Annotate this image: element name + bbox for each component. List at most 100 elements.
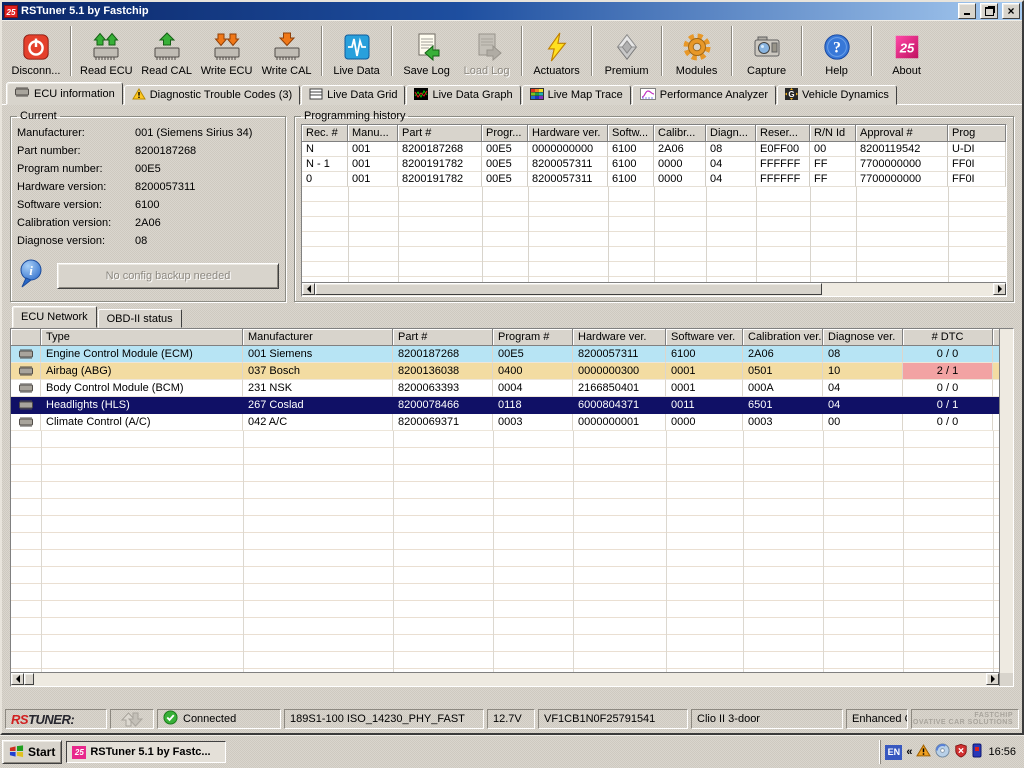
window-title: RSTuner 5.1 by Fastchip bbox=[21, 5, 954, 17]
tray-chevron[interactable]: « bbox=[906, 746, 912, 758]
rstuner-logo: RSTUNER: bbox=[5, 709, 107, 729]
scrollbar-track[interactable] bbox=[34, 673, 986, 686]
field-label: Hardware version: bbox=[17, 181, 135, 193]
read-ecu-button[interactable]: Read ECU bbox=[76, 24, 137, 78]
column-header[interactable]: Diagn... bbox=[706, 125, 756, 142]
column-header[interactable]: Softw... bbox=[608, 125, 654, 142]
column-header[interactable]: Program # bbox=[493, 329, 573, 346]
config-backup-button[interactable]: No config backup needed bbox=[57, 263, 279, 289]
mode-status: Enhanced O bbox=[846, 709, 908, 729]
write-cal-button[interactable]: Write CAL bbox=[257, 24, 317, 78]
dtc-count: 0 / 0 bbox=[903, 346, 993, 363]
tab-vehicle-dynamics[interactable]: G Vehicle Dynamics bbox=[777, 85, 897, 105]
load-log-button[interactable]: Load Log bbox=[457, 24, 517, 78]
scroll-left-button[interactable] bbox=[302, 283, 315, 295]
network-tabbar: ECU Network OBD-II status bbox=[10, 308, 1014, 328]
svg-text:?: ? bbox=[833, 40, 841, 57]
rstuner-task-icon: 25 bbox=[72, 746, 86, 759]
toolbar-separator bbox=[521, 26, 523, 76]
actuators-button[interactable]: Actuators bbox=[527, 24, 587, 78]
help-button[interactable]: ? Help bbox=[807, 24, 867, 78]
ecu-row-airbag[interactable]: Airbag (ABG)037 Bosch8200136038040000000… bbox=[11, 363, 999, 380]
save-log-button[interactable]: Save Log bbox=[397, 24, 457, 78]
field-value: 08 bbox=[135, 235, 147, 247]
scroll-right-button[interactable] bbox=[993, 283, 1006, 295]
network-vertical-scrollbar[interactable] bbox=[999, 329, 1013, 686]
column-header[interactable]: Progr... bbox=[482, 125, 528, 142]
premium-button[interactable]: Premium bbox=[597, 24, 657, 78]
scrollbar-thumb[interactable] bbox=[24, 673, 34, 685]
field-label: Manufacturer: bbox=[17, 127, 135, 139]
scroll-left-button[interactable] bbox=[11, 673, 24, 685]
column-header[interactable]: Diagnose ver. bbox=[823, 329, 903, 346]
tab-live-data-grid[interactable]: Live Data Grid bbox=[301, 85, 405, 105]
column-header[interactable]: Part # bbox=[393, 329, 493, 346]
column-header[interactable]: Part # bbox=[398, 125, 482, 142]
restore-button[interactable] bbox=[980, 3, 998, 19]
scroll-right-button[interactable] bbox=[986, 673, 999, 685]
tab-ecu-network[interactable]: ECU Network bbox=[12, 306, 97, 328]
dtc-count-alert: 2 / 1 bbox=[903, 363, 993, 380]
tab-obd2-status[interactable]: OBD-II status bbox=[98, 309, 182, 328]
field-value: 8200057311 bbox=[135, 181, 195, 193]
history-row[interactable]: N001820018726800E5000000000061002A0608E0… bbox=[302, 142, 1006, 157]
ecu-row-headlights-selected[interactable]: Headlights (HLS)267 Coslad82000784660118… bbox=[11, 397, 999, 414]
field-value: 00E5 bbox=[135, 163, 161, 175]
tab-diagnostic-trouble-codes[interactable]: Diagnostic Trouble Codes (3) bbox=[124, 85, 300, 105]
ecu-network-empty-rows bbox=[11, 431, 999, 672]
column-header[interactable]: Software ver. bbox=[666, 329, 743, 346]
disconnect-button[interactable]: Disconn... bbox=[6, 24, 66, 78]
write-ecu-button[interactable]: Write ECU bbox=[197, 24, 257, 78]
tray-device-icon[interactable] bbox=[972, 743, 982, 761]
column-header[interactable]: Type bbox=[41, 329, 243, 346]
tab-live-map-trace[interactable]: Live Map Trace bbox=[522, 85, 631, 105]
connected-check-icon bbox=[163, 710, 178, 728]
close-button[interactable]: × bbox=[1002, 3, 1020, 19]
ecu-row-climate[interactable]: Climate Control (A/C)042 A/C820006937100… bbox=[11, 414, 999, 431]
column-header[interactable]: Manu... bbox=[348, 125, 398, 142]
tab-ecu-information[interactable]: ECU information bbox=[6, 82, 123, 105]
battery-voltage: 12.7V bbox=[487, 709, 535, 729]
read-cal-button[interactable]: Read CAL bbox=[137, 24, 197, 78]
history-row[interactable]: 0001820019178200E582000573116100000004FF… bbox=[302, 172, 1006, 187]
column-header[interactable]: Reser... bbox=[756, 125, 810, 142]
column-header[interactable]: Approval # bbox=[856, 125, 948, 142]
history-horizontal-scrollbar[interactable] bbox=[302, 282, 1006, 296]
main-tabbar: ECU information Diagnostic Trouble Codes… bbox=[2, 83, 1022, 105]
column-header[interactable]: Manufacturer bbox=[243, 329, 393, 346]
language-indicator[interactable]: EN bbox=[885, 745, 902, 760]
tray-warning-icon[interactable] bbox=[916, 744, 931, 760]
column-header[interactable]: Hardware ver. bbox=[528, 125, 608, 142]
lightning-icon bbox=[540, 30, 574, 64]
network-horizontal-scrollbar[interactable] bbox=[11, 672, 999, 686]
column-header[interactable]: # DTC bbox=[903, 329, 993, 346]
column-header[interactable]: Hardware ver. bbox=[573, 329, 666, 346]
capture-button[interactable]: Capture bbox=[737, 24, 797, 78]
minimize-button[interactable] bbox=[958, 3, 976, 19]
live-data-button[interactable]: Live Data bbox=[327, 24, 387, 78]
ecu-row-ecm[interactable]: Engine Control Module (ECM)001 Siemens82… bbox=[11, 346, 999, 363]
windows-logo-icon bbox=[9, 744, 24, 761]
ecu-row-bcm[interactable]: Body Control Module (BCM)231 NSK82000633… bbox=[11, 380, 999, 397]
column-header[interactable]: Calibration ver. bbox=[743, 329, 823, 346]
column-header[interactable]: Rec. # bbox=[302, 125, 348, 142]
start-button[interactable]: Start bbox=[2, 740, 62, 764]
column-header[interactable]: R/N Id bbox=[810, 125, 856, 142]
tab-live-data-graph[interactable]: Live Data Graph bbox=[406, 85, 520, 105]
tray-disc-icon[interactable] bbox=[935, 743, 950, 761]
tab-performance-analyzer[interactable]: Performance Analyzer bbox=[632, 85, 776, 105]
about-button[interactable]: 25 About bbox=[877, 24, 937, 78]
scrollbar-track[interactable] bbox=[822, 283, 993, 296]
tray-security-shield-icon[interactable] bbox=[954, 743, 968, 761]
column-header-icon[interactable] bbox=[11, 329, 41, 346]
scrollbar-thumb[interactable] bbox=[315, 283, 822, 295]
column-header[interactable]: Calibr... bbox=[654, 125, 706, 142]
info-balloon-icon[interactable]: i bbox=[17, 259, 45, 292]
column-header[interactable]: Prog bbox=[948, 125, 1006, 142]
connection-status: Connected bbox=[157, 709, 281, 729]
field-label: Software version: bbox=[17, 199, 135, 211]
modules-button[interactable]: Modules bbox=[667, 24, 727, 78]
dtc-count: 0 / 1 bbox=[903, 397, 993, 414]
history-row[interactable]: N - 1001820019178200E5820005731161000000… bbox=[302, 157, 1006, 172]
taskbar-task-rstuner[interactable]: 25 RSTuner 5.1 by Fastc... bbox=[66, 741, 226, 763]
